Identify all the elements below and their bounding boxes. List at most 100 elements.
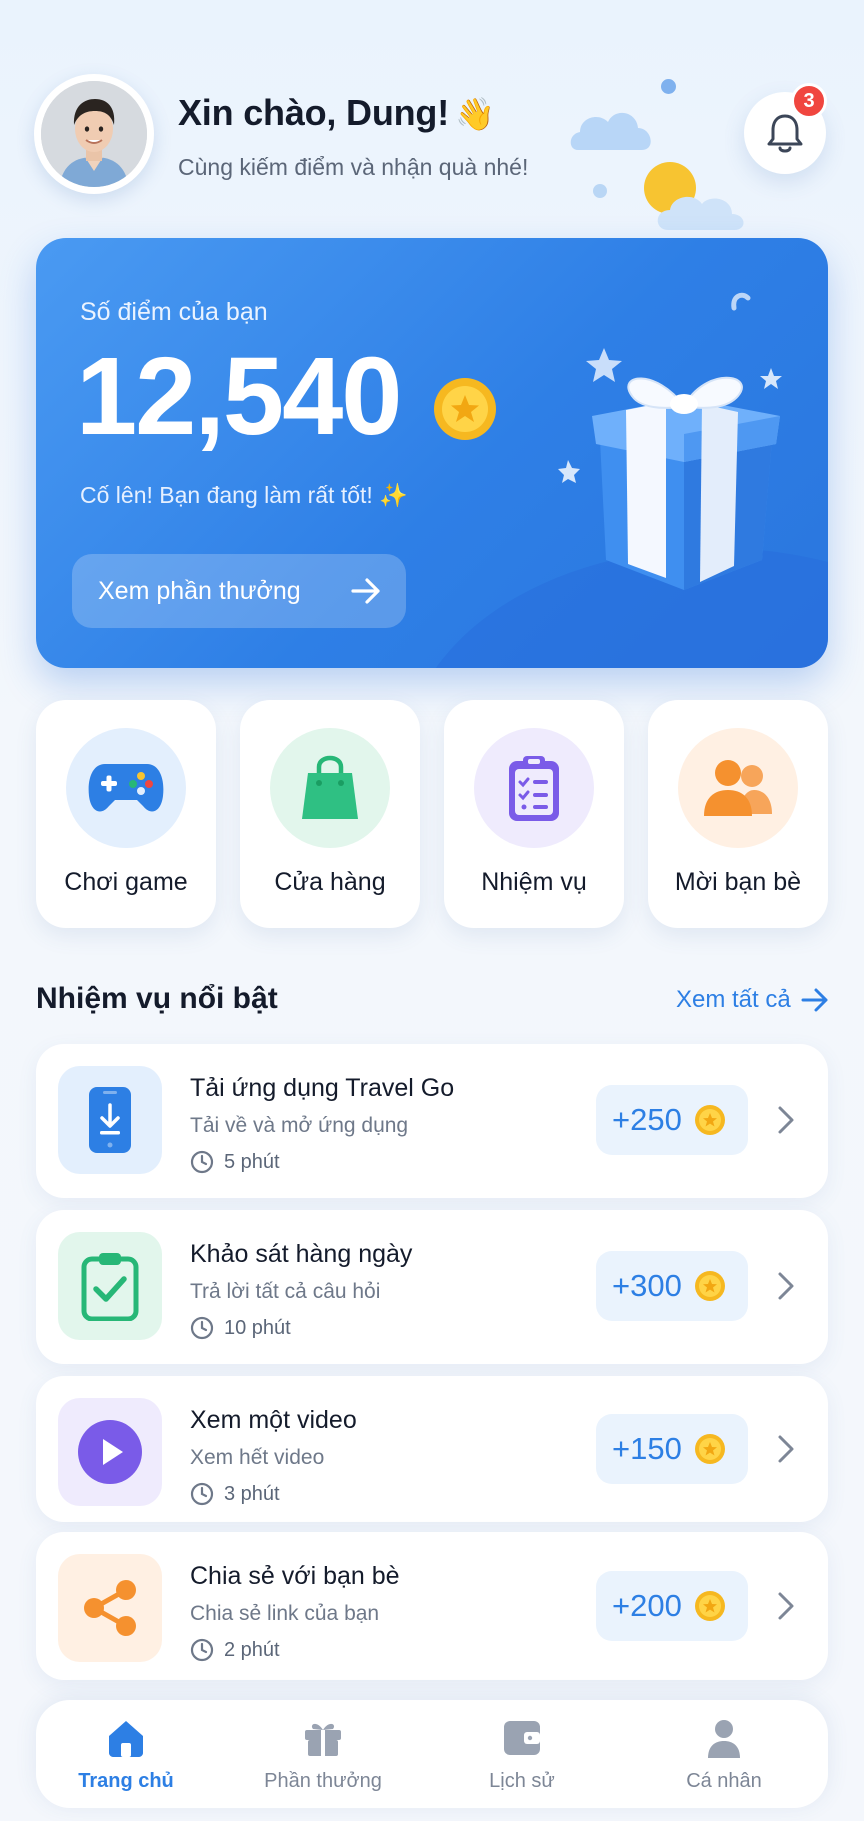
quick-action-play-game[interactable]: Chơi game	[36, 700, 216, 928]
wave-emoji: 👋	[455, 96, 495, 132]
coin-icon	[694, 1271, 725, 1301]
gift-icon	[305, 1723, 341, 1756]
mission-points: +300	[596, 1251, 748, 1321]
mission-points: +200	[596, 1571, 748, 1641]
shopping-bag-icon	[302, 755, 358, 819]
mission-time-label: 2 phút	[224, 1638, 280, 1661]
mission-icon-box	[58, 1398, 162, 1506]
mission-icon-box	[58, 1232, 162, 1340]
quick-action-missions[interactable]: Nhiệm vụ	[444, 700, 624, 928]
user-icon	[708, 1720, 740, 1758]
quick-action-label: Chơi game	[64, 868, 188, 896]
coin-icon	[694, 1105, 725, 1135]
mission-time: 10 phút	[190, 1316, 291, 1340]
mission-card[interactable]: Chia sẻ với bạn bè Chia sẻ link của bạn …	[36, 1532, 828, 1680]
quick-action-label: Cửa hàng	[274, 868, 386, 896]
mission-points: +150	[596, 1414, 748, 1484]
mission-title: Khảo sát hàng ngày	[190, 1240, 413, 1268]
clipboard-check-icon	[81, 1253, 139, 1321]
see-all-label: Xem tất cả	[676, 986, 791, 1013]
quick-action-invite-friends[interactable]: Mời bạn bè	[648, 700, 828, 928]
notification-badge: 3	[791, 83, 827, 119]
clock-icon	[190, 1316, 214, 1340]
points-value: 12,540	[76, 335, 402, 458]
chevron-right-icon[interactable]	[776, 1590, 796, 1622]
chevron-right-icon[interactable]	[776, 1104, 796, 1136]
header: Xin chào, Dung! 👋 Cùng kiếm điểm và nhận …	[0, 0, 864, 230]
nav-label: Cá nhân	[686, 1770, 762, 1792]
avatar-photo	[41, 81, 147, 187]
bell-icon	[767, 114, 803, 153]
mission-desc: Tải về và mở ứng dụng	[190, 1114, 409, 1137]
wallet-icon	[504, 1721, 540, 1755]
clipboard-list-icon	[509, 756, 559, 821]
decor-dot	[661, 79, 676, 94]
clock-icon	[190, 1150, 214, 1174]
share-icon	[84, 1580, 136, 1636]
quick-action-shop[interactable]: Cửa hàng	[240, 700, 420, 928]
cloud-icon	[570, 112, 651, 150]
mission-time: 3 phút	[190, 1482, 280, 1506]
nav-item-history[interactable]: Lịch sử	[432, 1700, 612, 1808]
quick-actions: Chơi game Cửa hàng Nhiệm vụ Mời bạn bè	[36, 700, 828, 928]
mission-points-value: +200	[612, 1588, 682, 1623]
arrow-right-icon	[801, 988, 828, 1012]
arrow-right-icon	[351, 578, 380, 604]
mission-desc: Trả lời tất cả câu hỏi	[190, 1280, 381, 1303]
view-rewards-label: Xem phần thưởng	[98, 576, 301, 605]
gamepad-icon	[88, 764, 164, 812]
mission-card[interactable]: Khảo sát hàng ngày Trả lời tất cả câu hỏ…	[36, 1210, 828, 1364]
quick-action-label: Nhiệm vụ	[481, 868, 587, 896]
mission-title: Tải ứng dụng Travel Go	[190, 1074, 455, 1102]
mission-time: 5 phút	[190, 1150, 280, 1174]
mission-card[interactable]: Xem một video Xem hết video 3 phút +150	[36, 1376, 828, 1522]
mission-points: +250	[596, 1085, 748, 1155]
section-title: Nhiệm vụ nổi bật	[36, 982, 278, 1015]
coin-icon	[434, 378, 496, 440]
greeting-subtitle: Cùng kiếm điểm và nhận quà nhé!	[178, 154, 529, 180]
nav-label: Phần thưởng	[264, 1770, 382, 1792]
mission-points-value: +250	[612, 1102, 682, 1137]
chevron-right-icon[interactable]	[776, 1433, 796, 1465]
quick-action-circle	[678, 728, 798, 848]
mission-desc: Chia sẻ link của bạn	[190, 1602, 380, 1625]
see-all-link[interactable]: Xem tất cả	[676, 986, 829, 1014]
nav-item-home[interactable]: Trang chủ	[36, 1700, 216, 1808]
home-icon	[109, 1721, 143, 1757]
mission-time-label: 5 phút	[224, 1150, 280, 1173]
greeting-text: Xin chào, Dung!	[178, 92, 449, 133]
quick-action-circle	[66, 728, 186, 848]
mission-points-value: +300	[612, 1268, 682, 1303]
nav-label: Lịch sử	[489, 1770, 555, 1792]
mission-title: Xem một video	[190, 1406, 357, 1434]
view-rewards-button[interactable]: Xem phần thưởng	[72, 554, 406, 628]
coin-icon	[694, 1434, 725, 1464]
quick-action-label: Mời bạn bè	[674, 868, 802, 896]
mission-time-label: 3 phút	[224, 1482, 280, 1505]
mission-card[interactable]: Tải ứng dụng Travel Go Tải về và mở ứng …	[36, 1044, 828, 1198]
avatar[interactable]	[34, 74, 154, 194]
mission-points-value: +150	[612, 1431, 682, 1466]
bottom-nav: Trang chủ Phần thưởng Lịch sử Cá nhân	[36, 1700, 828, 1808]
decor-dot	[593, 184, 607, 198]
chevron-right-icon[interactable]	[776, 1270, 796, 1302]
mission-title: Chia sẻ với bạn bè	[190, 1562, 400, 1590]
clock-icon	[190, 1638, 214, 1662]
mission-icon-box	[58, 1554, 162, 1662]
nav-label: Trang chủ	[78, 1770, 174, 1792]
mission-icon-box	[58, 1066, 162, 1174]
points-label: Số điểm của bạn	[80, 298, 268, 326]
nav-item-profile[interactable]: Cá nhân	[634, 1700, 814, 1808]
greeting: Xin chào, Dung! 👋	[178, 92, 495, 134]
coin-icon	[694, 1591, 725, 1621]
gift-box-icon	[558, 292, 782, 590]
nav-item-rewards[interactable]: Phần thưởng	[233, 1700, 413, 1808]
mission-desc: Xem hết video	[190, 1446, 325, 1469]
sun-cloud-icon	[644, 162, 744, 230]
clock-icon	[190, 1482, 214, 1506]
quick-action-circle	[474, 728, 594, 848]
mission-time-label: 10 phút	[224, 1316, 291, 1339]
points-cheer: Cố lên! Bạn đang làm rất tốt! ✨	[80, 482, 408, 508]
mission-time: 2 phút	[190, 1638, 280, 1662]
phone-download-icon	[89, 1087, 131, 1153]
